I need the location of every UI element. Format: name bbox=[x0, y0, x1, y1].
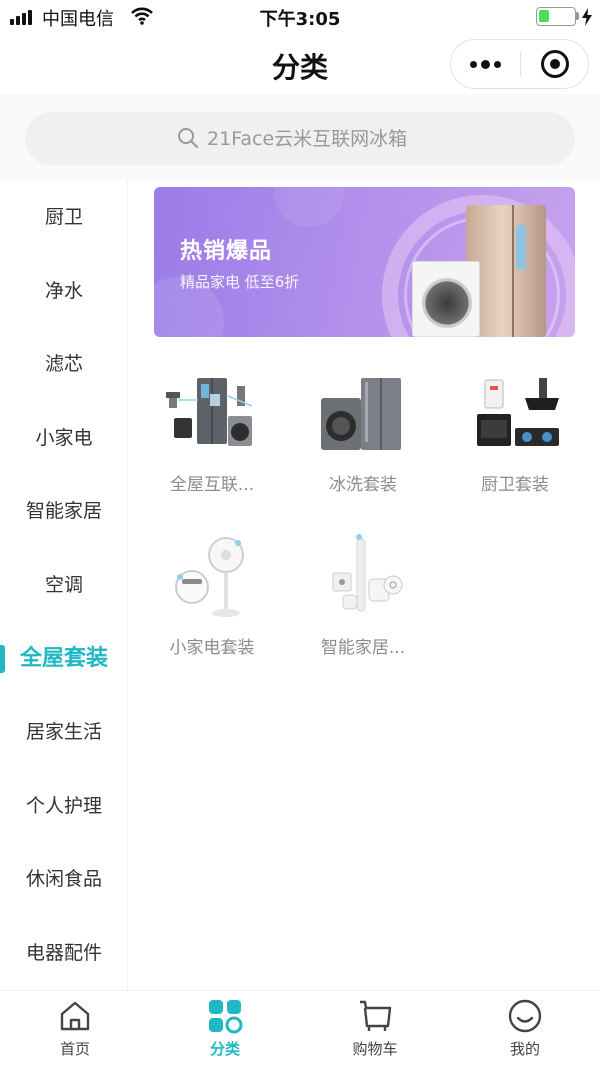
product-label: 智能家居... bbox=[320, 638, 406, 658]
category-icon bbox=[209, 1000, 243, 1034]
banner-subtitle: 精品家电 低至6折 bbox=[180, 273, 300, 291]
sidebar-item-snacks[interactable]: 休闲食品 bbox=[0, 854, 128, 904]
more-dots-icon[interactable] bbox=[451, 40, 520, 88]
sidebar-item-accessories[interactable]: 电器配件 bbox=[0, 928, 128, 978]
whole-house-set-image bbox=[166, 378, 253, 446]
small-appliance-set-image bbox=[175, 537, 244, 617]
cart-icon bbox=[360, 1000, 392, 1031]
kitchen-bath-set-image bbox=[477, 378, 559, 446]
sidebar-item-filter[interactable]: 滤芯 bbox=[0, 339, 128, 389]
active-marker bbox=[0, 645, 5, 673]
sidebar-item-label: 休闲食品 bbox=[25, 868, 102, 890]
product-fridge-washer-set[interactable]: 冰洗套装 bbox=[303, 370, 423, 510]
mini-program-capsule bbox=[450, 39, 589, 89]
sidebar-item-label: 滤芯 bbox=[44, 353, 83, 375]
product-label: 冰洗套装 bbox=[329, 475, 397, 495]
fridge-washer-set-image bbox=[321, 378, 401, 450]
sidebar-item-label: 空调 bbox=[44, 574, 83, 596]
search-input[interactable] bbox=[207, 112, 547, 165]
clock: 下午3:05 bbox=[259, 9, 341, 30]
banner-decoration bbox=[274, 187, 344, 227]
sidebar-item-smart-home[interactable]: 智能家居 bbox=[0, 486, 128, 536]
charging-icon bbox=[582, 8, 592, 26]
sidebar-item-label: 小家电 bbox=[35, 427, 93, 449]
search-area bbox=[0, 94, 600, 180]
target-icon[interactable] bbox=[541, 50, 569, 78]
battery-nub bbox=[576, 12, 579, 20]
tab-label: 分类 bbox=[209, 1040, 240, 1058]
sidebar-item-home-living[interactable]: 居家生活 bbox=[0, 707, 128, 757]
product-small-appliance-set[interactable]: 小家电套装 bbox=[152, 533, 272, 673]
sidebar-item-air-conditioner[interactable]: 空调 bbox=[0, 560, 128, 610]
sidebar-item-water-purifier[interactable]: 净水 bbox=[0, 266, 128, 316]
sidebar-item-small-appliance[interactable]: 小家电 bbox=[0, 413, 128, 463]
product-smart-home-set[interactable]: 智能家居... bbox=[303, 533, 423, 673]
capsule-divider bbox=[520, 52, 521, 76]
sidebar-item-label: 厨卫 bbox=[44, 206, 83, 228]
product-label: 厨卫套装 bbox=[481, 475, 549, 495]
sidebar-item-whole-house-set[interactable]: 全屋套装 bbox=[0, 634, 128, 684]
washer-image bbox=[412, 261, 480, 337]
tab-profile[interactable]: 我的 bbox=[450, 991, 600, 1067]
smart-home-set-image bbox=[332, 534, 403, 612]
promo-banner[interactable]: 热销爆品 精品家电 低至6折 bbox=[154, 187, 575, 337]
product-kitchen-bath-set[interactable]: 厨卫套装 bbox=[455, 370, 575, 510]
sidebar-item-label: 居家生活 bbox=[25, 721, 102, 743]
search-icon bbox=[178, 128, 199, 149]
sidebar-item-kitchen-bath[interactable]: 厨卫 bbox=[0, 192, 128, 242]
sidebar-item-label: 净水 bbox=[44, 280, 83, 302]
tab-label: 首页 bbox=[59, 1040, 90, 1058]
tab-cart[interactable]: 购物车 bbox=[300, 991, 450, 1067]
sidebar-item-label: 个人护理 bbox=[25, 795, 102, 817]
search-box[interactable] bbox=[25, 112, 575, 165]
category-sidebar: 厨卫 净水 滤芯 小家电 智能家居 空调 全屋套装 居家生活 个人护理 休闲食品… bbox=[0, 180, 128, 990]
product-whole-house-set[interactable]: 全屋互联... bbox=[152, 370, 272, 510]
sidebar-item-label: 电器配件 bbox=[25, 942, 102, 964]
title-bar: 分类 bbox=[0, 34, 600, 94]
product-label: 小家电套装 bbox=[169, 638, 255, 658]
tab-label: 我的 bbox=[509, 1040, 540, 1058]
bottom-tab-bar: 首页 分类 购物车 我的 bbox=[0, 990, 600, 1067]
tab-label: 购物车 bbox=[352, 1040, 398, 1058]
sidebar-item-label: 智能家居 bbox=[25, 500, 102, 522]
battery-icon bbox=[536, 7, 576, 26]
tab-category[interactable]: 分类 bbox=[150, 991, 300, 1067]
product-label: 全屋互联... bbox=[169, 475, 255, 495]
smile-icon bbox=[508, 999, 542, 1033]
status-bar: 中国电信 下午3:05 bbox=[0, 0, 600, 34]
tab-home[interactable]: 首页 bbox=[0, 991, 150, 1067]
banner-title: 热销爆品 bbox=[180, 239, 273, 264]
sidebar-item-label: 全屋套装 bbox=[19, 646, 108, 671]
home-icon bbox=[60, 1001, 90, 1031]
sidebar-item-personal-care[interactable]: 个人护理 bbox=[0, 781, 128, 831]
